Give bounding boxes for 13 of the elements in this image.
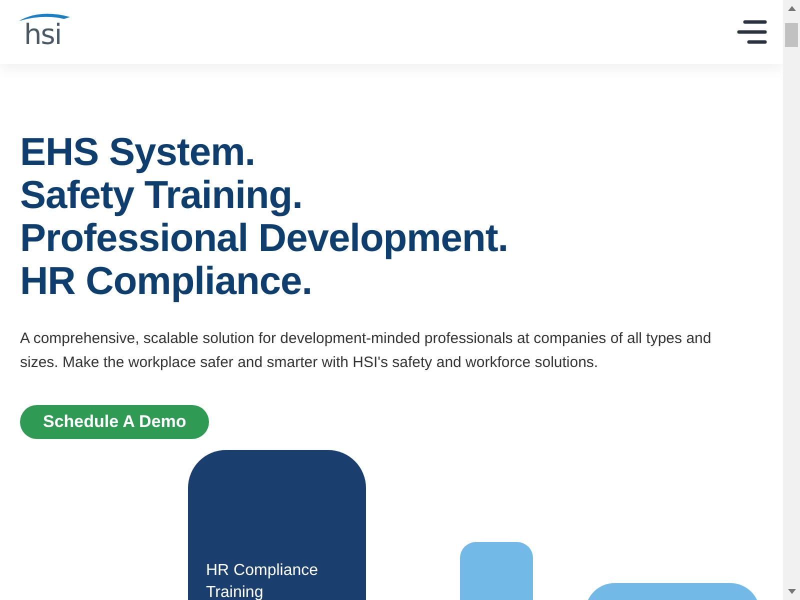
headline-line: Safety Training. xyxy=(20,174,302,217)
hsi-logo[interactable]: hsi xyxy=(18,11,72,47)
headline-line: HR Compliance. xyxy=(20,260,312,303)
menu-icon[interactable] xyxy=(737,19,767,45)
scroll-up-icon[interactable] xyxy=(788,6,796,11)
category-card[interactable]: HR Compliance Training xyxy=(188,450,366,600)
scroll-down-icon[interactable] xyxy=(788,589,796,594)
headline-line: EHS System. xyxy=(20,131,256,174)
swoosh-icon xyxy=(18,11,72,23)
scrollbar-thumb[interactable] xyxy=(785,23,798,47)
schedule-demo-button[interactable]: Schedule A Demo xyxy=(20,405,210,439)
headline-line: Professional Development. xyxy=(20,217,508,260)
hero-description: A comprehensive, scalable solution for development-minded professionals at companies of all types and sizes. Make the workplace safer and smarter with HSI's safety and workforce solutions. xyxy=(20,329,712,373)
